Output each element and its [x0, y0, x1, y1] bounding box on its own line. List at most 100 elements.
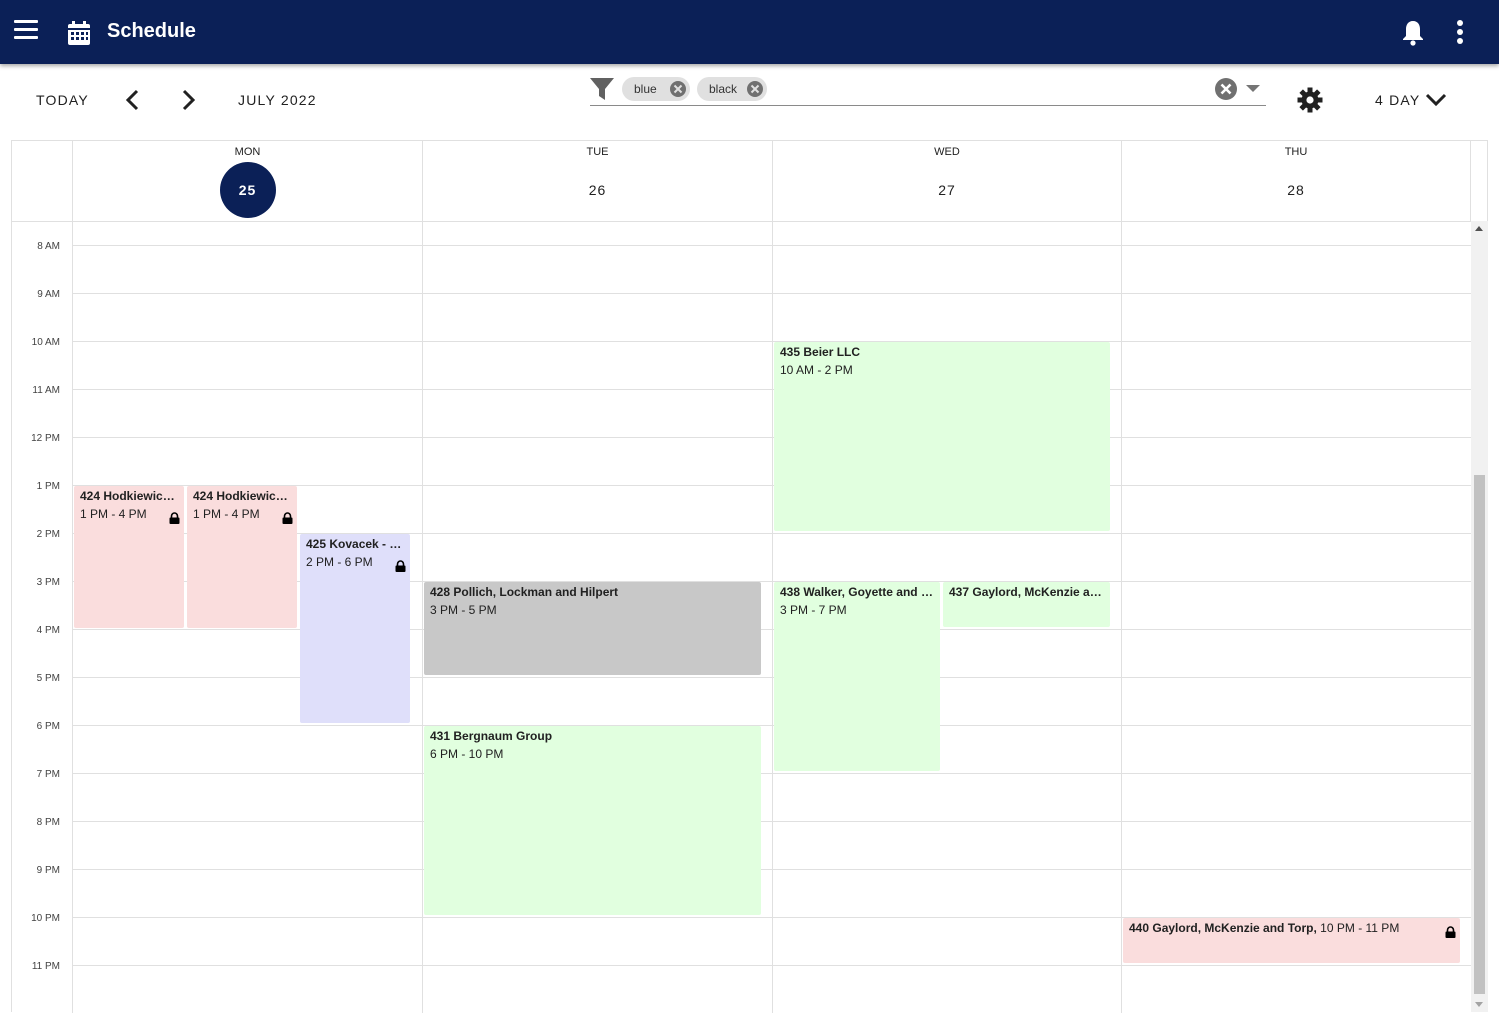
- event-time: 6 PM - 10 PM: [430, 747, 504, 761]
- event-title: 424 Hodkiewicz - Treutel: [193, 489, 291, 503]
- time-grid[interactable]: 8 AM 9 AM 10 AM 11 AM 12 PM 1 PM 2 PM 3 …: [12, 222, 1471, 1013]
- event-title: 425 Kovacek - Reinger: [306, 537, 404, 551]
- event-time: 10 AM - 2 PM: [780, 363, 853, 377]
- hour-label: 9 AM: [37, 289, 60, 300]
- event-title: 431 Bergnaum Group: [430, 729, 553, 743]
- hour-label: 12 PM: [31, 433, 60, 444]
- weekday-label: TUE: [586, 146, 609, 158]
- chevron-left-icon[interactable]: [121, 88, 145, 112]
- chip-remove-icon[interactable]: [746, 80, 764, 98]
- chip-label: blue: [634, 82, 657, 96]
- hour-label: 2 PM: [36, 529, 60, 540]
- event-424-b[interactable]: 424 Hodkiewicz - Treutel 1 PM - 4 PM: [187, 486, 297, 628]
- filter-icon: [590, 78, 614, 100]
- event-435[interactable]: 435 Beier LLC 10 AM - 2 PM: [774, 342, 1110, 531]
- lock-icon: [169, 512, 180, 524]
- event-438[interactable]: 438 Walker, Goyette and Skiles 3 PM - 7 …: [774, 582, 940, 771]
- event-428[interactable]: 428 Pollich, Lockman and Hilpert 3 PM - …: [424, 582, 761, 675]
- hour-line: [72, 965, 1471, 966]
- app-bar: Schedule: [0, 0, 1499, 64]
- date-number[interactable]: 25: [219, 162, 276, 218]
- event-time: 1 PM - 4 PM: [80, 507, 147, 521]
- bell-icon[interactable]: [1400, 18, 1426, 46]
- clear-icon[interactable]: [1214, 77, 1238, 101]
- event-time: 3 PM - 5 PM: [430, 603, 497, 617]
- hour-line: [72, 821, 1471, 822]
- hour-label: 3 PM: [36, 577, 60, 588]
- event-425[interactable]: 425 Kovacek - Reinger 2 PM - 6 PM: [300, 534, 410, 723]
- lock-icon: [395, 560, 406, 572]
- event-time: 3 PM - 7 PM: [780, 603, 847, 617]
- filter-input[interactable]: blue black: [590, 74, 1266, 106]
- event-title: 428 Pollich, Lockman and Hilpert: [430, 585, 619, 599]
- lock-icon: [282, 512, 293, 524]
- weekday-label: THU: [1284, 146, 1308, 158]
- weekday-label: WED: [934, 146, 960, 158]
- event-437[interactable]: 437 Gaylord, McKenzie and Torp: [943, 582, 1110, 627]
- chip-remove-icon[interactable]: [669, 80, 687, 98]
- hour-line: [72, 725, 1471, 726]
- event-title: 424 Hodkiewicz - Treutel: [80, 489, 178, 503]
- hour-label: 5 PM: [36, 673, 60, 684]
- date-number[interactable]: 26: [570, 162, 626, 218]
- date-number[interactable]: 27: [919, 162, 975, 218]
- event-time: 10 PM - 11 PM: [1320, 921, 1400, 935]
- calendar-grid: MON 25 TUE 26 WED 27 THU 28 8 AM 9 AM 10…: [11, 140, 1488, 1013]
- event-424-a[interactable]: 424 Hodkiewicz - Treutel 1 PM - 4 PM: [74, 486, 184, 628]
- toolbar: TODAY JULY 2022 blue black 4 DAY: [0, 64, 1499, 140]
- day-header-tue: TUE 26: [422, 141, 772, 221]
- app-title: Schedule: [107, 20, 196, 42]
- hour-line: [72, 341, 1471, 342]
- hour-label: 11 PM: [31, 961, 60, 972]
- calendar-icon: [68, 21, 90, 45]
- current-month: JULY 2022: [238, 92, 317, 108]
- filter-chip-blue[interactable]: blue: [622, 77, 690, 101]
- menu-icon[interactable]: [14, 20, 38, 44]
- hour-label: 10 PM: [31, 913, 60, 924]
- gear-icon[interactable]: [1297, 87, 1323, 113]
- event-time: 2 PM - 6 PM: [306, 555, 373, 569]
- hour-label: 11 AM: [32, 385, 60, 396]
- scroll-down-arrow-icon[interactable]: [1475, 1002, 1483, 1007]
- hour-line: [72, 869, 1471, 870]
- today-button[interactable]: TODAY: [36, 92, 89, 108]
- scrollbar-thumb[interactable]: [1474, 475, 1485, 994]
- hour-label: 8 AM: [37, 241, 60, 252]
- view-selector[interactable]: 4 DAY: [1375, 92, 1420, 108]
- hour-line: [72, 773, 1471, 774]
- chevron-right-icon[interactable]: [176, 88, 200, 112]
- hour-line: [72, 629, 1471, 630]
- event-440[interactable]: 440 Gaylord, McKenzie and Torp, 10 PM - …: [1123, 918, 1460, 963]
- hour-label: 6 PM: [36, 721, 60, 732]
- vertical-scrollbar[interactable]: [1471, 221, 1488, 1012]
- hour-line: [72, 389, 1471, 390]
- day-header-wed: WED 27: [772, 141, 1121, 221]
- event-time: 1 PM - 4 PM: [193, 507, 260, 521]
- weekday-label: MON: [234, 146, 261, 158]
- hour-line: [72, 293, 1471, 294]
- hour-line: [72, 245, 1471, 246]
- hour-label: 10 AM: [31, 337, 60, 348]
- hour-label: 8 PM: [36, 817, 60, 828]
- date-number[interactable]: 28: [1268, 162, 1324, 218]
- hour-label: 9 PM: [36, 865, 60, 876]
- filter-chip-black[interactable]: black: [697, 77, 767, 101]
- hour-label: 4 PM: [36, 625, 60, 636]
- gutter-header: [12, 141, 72, 221]
- event-title: 440 Gaylord, McKenzie and Torp,: [1129, 921, 1317, 935]
- event-431[interactable]: 431 Bergnaum Group 6 PM - 10 PM: [424, 726, 761, 915]
- event-title: 437 Gaylord, McKenzie and Torp: [949, 585, 1104, 599]
- chevron-down-icon[interactable]: [1424, 88, 1448, 112]
- chip-label: black: [709, 82, 738, 96]
- more-vert-icon[interactable]: [1450, 18, 1470, 46]
- lock-icon: [1445, 926, 1456, 938]
- event-title: 435 Beier LLC: [780, 345, 861, 359]
- event-title: 438 Walker, Goyette and Skiles: [780, 585, 934, 599]
- hour-label: 1 PM: [36, 481, 60, 492]
- dropdown-arrow-icon[interactable]: [1246, 85, 1260, 92]
- hour-line: [72, 437, 1471, 438]
- hour-label: 7 PM: [36, 769, 60, 780]
- scroll-up-arrow-icon[interactable]: [1475, 226, 1483, 231]
- day-header-mon: MON 25: [72, 141, 422, 221]
- hour-line: [72, 677, 1471, 678]
